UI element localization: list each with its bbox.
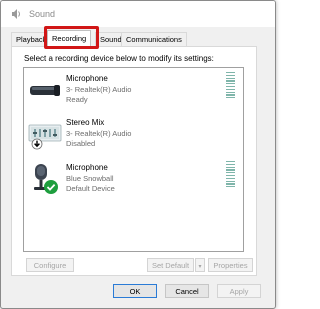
microphone-bar-icon: [30, 85, 60, 96]
instruction-text: Select a recording device below to modif…: [24, 54, 214, 63]
device-list[interactable]: Microphone 3- Realtek(R) Audio Ready Ste…: [23, 67, 244, 252]
recording-panel: Select a recording device below to modif…: [11, 46, 257, 276]
device-status: Ready: [66, 95, 88, 104]
recording-tab-highlight-box: [44, 26, 99, 49]
speaker-icon: [12, 9, 20, 19]
ok-button[interactable]: OK: [113, 284, 157, 298]
device-name: Microphone: [66, 163, 108, 172]
configure-button[interactable]: Configure: [26, 258, 74, 272]
device-driver: 3- Realtek(R) Audio: [66, 85, 132, 94]
device-driver: Blue Snowball: [66, 174, 114, 183]
device-row-microphone-blue-snowball[interactable]: Microphone Blue Snowball Default Device: [24, 159, 241, 201]
device-driver: 3- Realtek(R) Audio: [66, 129, 132, 138]
apply-button[interactable]: Apply: [217, 284, 261, 298]
set-default-button[interactable]: Set Default: [147, 258, 194, 272]
set-default-dropdown[interactable]: ▾: [195, 258, 205, 272]
tab-communications[interactable]: Communications: [121, 32, 187, 46]
sound-dialog: Sound Playback Recording Sounds Communic…: [0, 0, 276, 309]
device-name: Stereo Mix: [66, 118, 105, 127]
cancel-button[interactable]: Cancel: [165, 284, 209, 298]
window-title: Sound: [29, 9, 56, 19]
device-status: Disabled: [66, 139, 96, 148]
properties-button[interactable]: Properties: [208, 258, 253, 272]
level-meter: [226, 161, 235, 189]
device-row-microphone-realtek[interactable]: Microphone 3- Realtek(R) Audio Ready: [24, 70, 241, 112]
device-status: Default Device: [66, 184, 115, 193]
chevron-down-icon: ▾: [198, 264, 202, 270]
stereo-mix-board-icon: [28, 124, 62, 150]
level-meter: [226, 72, 235, 100]
usb-microphone-icon: [34, 164, 58, 194]
title-bar: Sound: [1, 1, 275, 27]
device-name: Microphone: [66, 74, 108, 83]
device-row-stereo-mix[interactable]: Stereo Mix 3- Realtek(R) Audio Disabled: [24, 114, 241, 156]
